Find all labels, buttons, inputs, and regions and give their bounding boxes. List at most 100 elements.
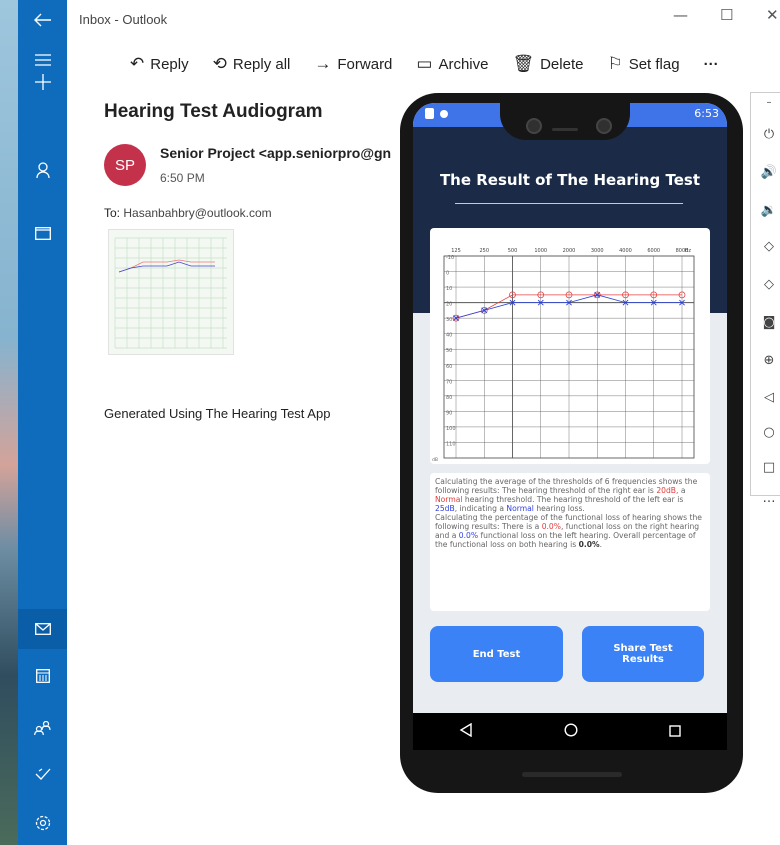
- forward-button[interactable]: → Forward: [314, 54, 392, 74]
- reply-icon: ↶: [130, 54, 145, 73]
- nav-back-icon[interactable]: [459, 722, 473, 741]
- right-loss-value: 0.0%: [541, 522, 561, 531]
- forward-icon: →: [314, 54, 332, 73]
- archive-button[interactable]: ▭ Archive: [416, 54, 488, 74]
- nav-home-icon[interactable]: [564, 722, 578, 741]
- y-tick-label: 100: [446, 426, 456, 432]
- share-results-button[interactable]: Share Test Results: [582, 626, 704, 682]
- zoom-icon[interactable]: ⊕: [759, 353, 779, 368]
- phone-notch: [500, 100, 630, 140]
- minimize-icon[interactable]: —: [673, 6, 688, 24]
- y-tick-label: 90: [446, 410, 452, 416]
- y-tick-label: 10: [446, 286, 452, 292]
- phone-screen: 6:53 The Result of The Hearing Test -10 0…: [413, 103, 727, 748]
- email-subject: Hearing Test Audiogram: [104, 101, 323, 122]
- emulator-toolbar: – ⏻ 🔊 🔉 ◇ ◇ ◙ ⊕ ◁ ○ □ …: [750, 92, 780, 506]
- delete-button[interactable]: 🗑 Delete: [513, 54, 584, 74]
- notification-icon: [440, 110, 448, 118]
- title-bar: Inbox - Outlook — ☐ ✕: [67, 0, 780, 40]
- result-title: The Result of The Hearing Test: [439, 171, 701, 189]
- more-actions-button[interactable]: ···: [704, 56, 719, 73]
- y-tick-label: 50: [446, 348, 452, 354]
- left-threshold-value: 25dB: [435, 504, 455, 513]
- x-tick-label: 4000: [619, 248, 632, 254]
- person-icon[interactable]: [18, 150, 67, 190]
- audiogram-attachment-image[interactable]: [108, 229, 234, 355]
- audiogram-card: -10 0 10 20 30 40 50 60 70 80 90 100 110 125 250 500 100…: [430, 228, 710, 464]
- settings-icon[interactable]: [18, 803, 67, 843]
- audiogram-chart: -10 0 10 20 30 40 50 60 70 80 90 100 110 125 250 500 100…: [432, 248, 695, 463]
- x-tick-label: 500: [508, 248, 518, 254]
- y-tick-label: -10: [446, 255, 454, 261]
- folder-icon[interactable]: [18, 213, 67, 253]
- avatar[interactable]: SP: [104, 144, 146, 186]
- y-tick-label: 110: [446, 441, 456, 447]
- desktop-wallpaper: [0, 0, 18, 845]
- nav-rail: [18, 0, 67, 845]
- recipient-address[interactable]: Hasanbahbry@outlook.com: [123, 206, 271, 220]
- left-classification: Normal: [506, 504, 534, 513]
- more-icon[interactable]: …: [759, 491, 779, 506]
- right-threshold-value: 20dB: [656, 486, 677, 495]
- plus-icon[interactable]: [18, 62, 67, 102]
- y-unit-label: dB: [432, 457, 438, 463]
- volume-down-icon[interactable]: 🔉: [759, 203, 779, 218]
- email-sender[interactable]: Senior Project <app.seniorpro@gn: [160, 145, 391, 161]
- left-loss-value: 0.0%: [458, 531, 479, 540]
- mail-icon[interactable]: [18, 609, 67, 649]
- y-tick-label: 80: [446, 395, 452, 401]
- right-classification: Normal: [435, 495, 463, 504]
- archive-icon: ▭: [416, 54, 433, 73]
- camera-icon[interactable]: ◙: [759, 315, 779, 330]
- x-unit-label: Hz: [685, 248, 692, 254]
- x-tick-label: 125: [451, 248, 461, 254]
- android-nav-bar: [413, 713, 727, 750]
- people-icon[interactable]: [18, 708, 67, 748]
- power-icon[interactable]: ⏻: [759, 127, 779, 142]
- home-icon[interactable]: ○: [759, 425, 779, 440]
- camera-lens-icon: [596, 118, 612, 134]
- volume-up-icon[interactable]: 🔊: [759, 165, 779, 180]
- y-tick-label: 0: [446, 271, 449, 277]
- message-toolbar: ↶ Reply ⟲ Reply all → Forward ▭ Archive 🗑 Del…: [130, 50, 719, 78]
- x-tick-label: 6000: [647, 248, 660, 254]
- reply-all-button[interactable]: ⟲ Reply all: [213, 54, 291, 74]
- sim-icon: [425, 108, 434, 119]
- y-tick-label: 20: [446, 302, 452, 308]
- status-time: 6:53: [694, 107, 719, 120]
- maximize-icon[interactable]: ☐: [720, 6, 733, 24]
- close-icon[interactable]: ✕: [766, 6, 779, 24]
- end-test-button[interactable]: End Test: [430, 626, 563, 682]
- back-arrow-icon[interactable]: [18, 0, 67, 40]
- speaker-grille: [552, 128, 578, 131]
- x-tick-label: 250: [479, 248, 489, 254]
- x-tick-label: 3000: [591, 248, 604, 254]
- trash-icon: 🗑: [512, 54, 535, 73]
- x-tick-label: 1000: [534, 248, 547, 254]
- result-text: Calculating the average of the threshold…: [435, 477, 702, 549]
- rotate-left-icon[interactable]: ◇: [759, 239, 779, 254]
- y-tick-label: 70: [446, 379, 452, 385]
- overview-icon[interactable]: □: [759, 460, 779, 475]
- reply-all-icon: ⟲: [212, 54, 227, 73]
- calendar-icon[interactable]: [18, 656, 67, 696]
- title-divider: [455, 203, 683, 204]
- camera-lens-icon: [526, 118, 542, 134]
- reply-button[interactable]: ↶ Reply: [130, 54, 189, 74]
- rotate-right-icon[interactable]: ◇: [759, 277, 779, 292]
- x-tick-label: 2000: [563, 248, 576, 254]
- checkmark-icon[interactable]: [18, 754, 67, 794]
- phone-bottom-bar: [522, 772, 622, 777]
- y-tick-label: 30: [446, 317, 452, 323]
- y-tick-label: 40: [446, 333, 452, 339]
- overall-loss-value: 0.0%: [578, 540, 600, 549]
- email-time: 6:50 PM: [160, 171, 205, 185]
- nav-overview-icon[interactable]: [669, 722, 682, 741]
- window-title: Inbox - Outlook: [79, 12, 168, 27]
- back-icon[interactable]: ◁: [759, 390, 779, 405]
- email-body-text: Generated Using The Hearing Test App: [104, 406, 331, 421]
- minimize-icon[interactable]: –: [759, 97, 779, 108]
- email-recipients: To: Hasanbahbry@outlook.com: [104, 206, 272, 220]
- set-flag-button[interactable]: ⚐ Set flag: [607, 54, 679, 74]
- y-tick-label: 60: [446, 364, 452, 370]
